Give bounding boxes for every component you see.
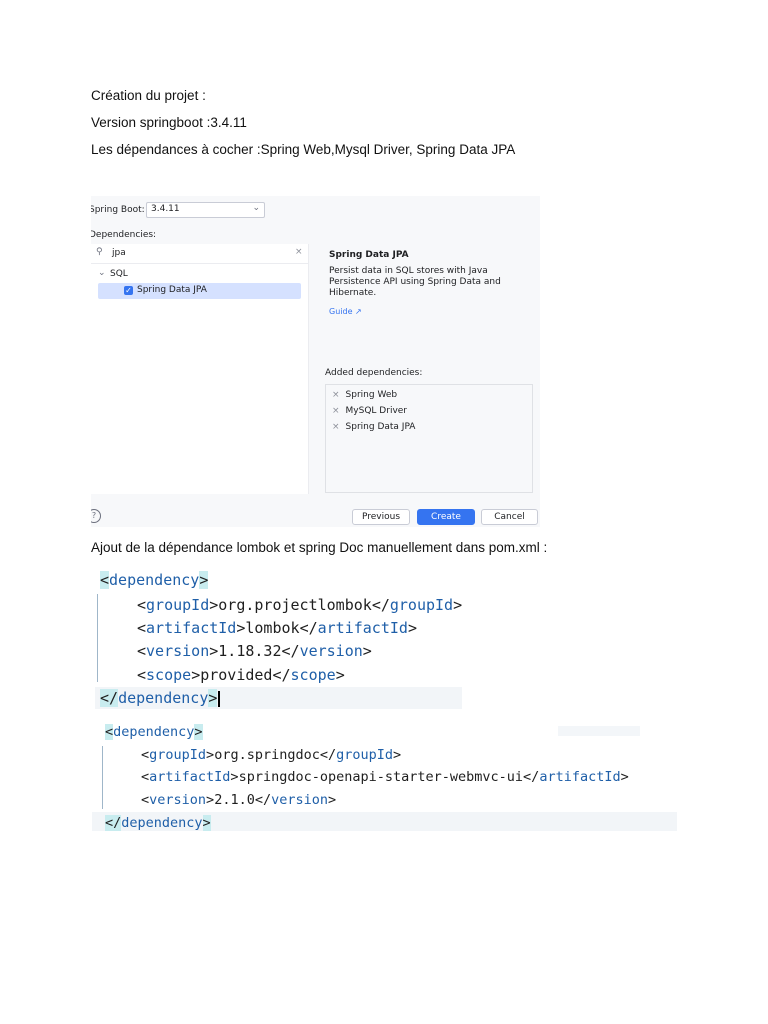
dependencies-text: Les dépendances à cocher :Spring Web,Mys…: [91, 142, 516, 157]
detail-description: Persistence API using Spring Data and: [329, 277, 501, 287]
code-line: <artifactId>lombok</artifactId>: [137, 619, 417, 637]
chevron-down-icon: ⌄: [252, 203, 260, 213]
search-icon: ⚲: [96, 247, 103, 257]
code-line: </dependency>: [105, 815, 211, 831]
help-icon[interactable]: ?: [91, 509, 101, 523]
dependency-item-spring-data-jpa[interactable]: ✓ Spring Data JPA: [98, 283, 301, 299]
create-button[interactable]: Create: [417, 509, 475, 525]
added-item: × Spring Data JPA: [332, 422, 416, 432]
remove-icon[interactable]: ×: [332, 390, 340, 400]
chevron-down-icon[interactable]: ⌄: [98, 268, 106, 278]
dependencies-tree: ⚲ jpa × ⌄ SQL ✓ Spring Data JPA: [91, 244, 308, 494]
code-line: <version>1.18.32</version>: [137, 642, 372, 660]
text-caret: [218, 690, 221, 707]
spring-boot-label: Spring Boot:: [91, 205, 145, 215]
code-line: <version>2.1.0</version>: [141, 792, 337, 808]
detail-description: Hibernate.: [329, 288, 377, 298]
dependencies-label: Dependencies:: [91, 230, 157, 240]
cancel-button[interactable]: Cancel: [481, 509, 538, 525]
search-value: jpa: [112, 248, 126, 258]
spring-boot-version-select[interactable]: 3.4.11 ⌄: [146, 202, 265, 218]
dependency-item-label: Spring Data JPA: [137, 285, 207, 295]
group-sql[interactable]: SQL: [110, 269, 128, 279]
clear-icon[interactable]: ×: [295, 247, 303, 257]
code-line: <dependency>: [100, 571, 209, 589]
guide-link[interactable]: Guide ↗: [329, 307, 362, 316]
previous-button[interactable]: Previous: [352, 509, 410, 525]
springboot-version-text: Version springboot :3.4.11: [91, 115, 247, 130]
detail-description: Persist data in SQL stores with Java: [329, 266, 488, 276]
spring-boot-version-value: 3.4.11: [151, 204, 180, 214]
added-dependencies-label: Added dependencies:: [325, 368, 423, 378]
checkbox-checked-icon[interactable]: ✓: [124, 286, 133, 295]
code-line: <groupId>org.springdoc</groupId>: [141, 747, 402, 763]
code-line: <dependency>: [105, 724, 203, 740]
remove-icon[interactable]: ×: [332, 422, 340, 432]
added-item: × MySQL Driver: [332, 406, 408, 416]
detail-title: Spring Data JPA: [329, 250, 409, 260]
new-project-dialog: Spring Boot: 3.4.11 ⌄ Dependencies: ⚲ jp…: [91, 196, 540, 527]
indent-guide: [102, 746, 103, 809]
heading-project-creation: Création du projet :: [91, 88, 206, 103]
code-line: </dependency>: [100, 689, 221, 707]
indent-guide: [97, 594, 98, 682]
added-item: × Spring Web: [332, 390, 398, 400]
lombok-instruction-text: Ajout de la dépendance lombok et spring …: [91, 540, 548, 555]
selection-highlight: [558, 726, 640, 736]
dependency-search-input[interactable]: ⚲ jpa ×: [91, 244, 308, 264]
code-line: <artifactId>springdoc-openapi-starter-we…: [141, 769, 629, 785]
code-line: <scope>provided</scope>: [137, 666, 345, 684]
code-line: <groupId>org.projectlombok</groupId>: [137, 596, 463, 614]
remove-icon[interactable]: ×: [332, 406, 340, 416]
dependency-details: Spring Data JPA Persist data in SQL stor…: [308, 244, 540, 494]
added-dependencies-list: × Spring Web × MySQL Driver × Spring Data J…: [325, 384, 533, 493]
